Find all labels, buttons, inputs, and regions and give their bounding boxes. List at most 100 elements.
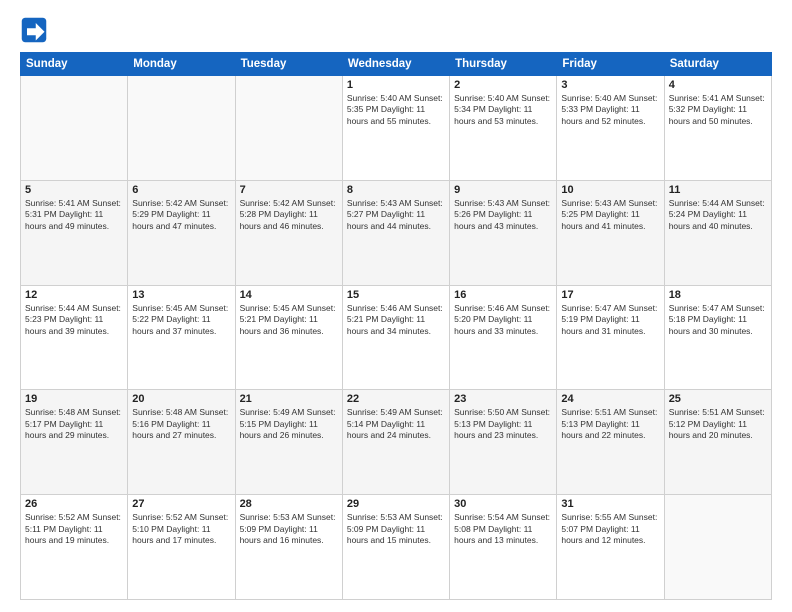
day-cell: 22Sunrise: 5:49 AM Sunset: 5:14 PM Dayli… [342, 390, 449, 495]
day-number: 17 [561, 289, 659, 301]
day-number: 18 [669, 289, 767, 301]
day-info: Sunrise: 5:52 AM Sunset: 5:10 PM Dayligh… [132, 512, 230, 546]
day-info: Sunrise: 5:41 AM Sunset: 5:31 PM Dayligh… [25, 198, 123, 232]
day-info: Sunrise: 5:48 AM Sunset: 5:16 PM Dayligh… [132, 407, 230, 441]
day-cell: 17 Sunrise: 5:47 AM Sunset: 5:19 PM Dayli… [557, 285, 664, 390]
day-cell: 10Sunrise: 5:43 AM Sunset: 5:25 PM Dayli… [557, 180, 664, 285]
day-info: Sunrise: 5:53 AM Sunset: 5:09 PM Dayligh… [347, 512, 445, 546]
day-cell: 30Sunrise: 5:54 AM Sunset: 5:08 PM Dayli… [450, 495, 557, 600]
day-cell [664, 495, 771, 600]
day-number: 26 [25, 498, 123, 510]
day-number: 11 [669, 184, 767, 196]
day-number: 9 [454, 184, 552, 196]
day-number: 23 [454, 393, 552, 405]
weekday-header-sunday: Sunday [21, 53, 128, 76]
day-cell: 24Sunrise: 5:51 AM Sunset: 5:13 PM Dayli… [557, 390, 664, 495]
day-number: 3 [561, 79, 659, 91]
day-cell: 20 Sunrise: 5:48 AM Sunset: 5:16 PM Dayli… [128, 390, 235, 495]
day-info: Sunrise: 5:42 AM Sunset: 5:29 PM Dayligh… [132, 198, 230, 232]
day-cell: 31 Sunrise: 5:55 AM Sunset: 5:07 PM Dayli… [557, 495, 664, 600]
logo [20, 16, 52, 44]
day-number: 4 [669, 79, 767, 91]
day-cell [21, 76, 128, 181]
day-cell: 5 Sunrise: 5:41 AM Sunset: 5:31 PM Daylig… [21, 180, 128, 285]
day-number: 7 [240, 184, 338, 196]
day-info: Sunrise: 5:40 AM Sunset: 5:35 PM Dayligh… [347, 93, 445, 127]
day-number: 14 [240, 289, 338, 301]
day-cell: 12 Sunrise: 5:44 AM Sunset: 5:23 PM Dayli… [21, 285, 128, 390]
day-info: Sunrise: 5:43 AM Sunset: 5:27 PM Dayligh… [347, 198, 445, 232]
day-info: Sunrise: 5:40 AM Sunset: 5:33 PM Dayligh… [561, 93, 659, 127]
week-row-1: 1 Sunrise: 5:40 AM Sunset: 5:35 PM Daylig… [21, 76, 772, 181]
day-cell: 16Sunrise: 5:46 AM Sunset: 5:20 PM Dayli… [450, 285, 557, 390]
week-row-4: 19 Sunrise: 5:48 AM Sunset: 5:17 PM Dayli… [21, 390, 772, 495]
day-info: Sunrise: 5:52 AM Sunset: 5:11 PM Dayligh… [25, 512, 123, 546]
day-number: 20 [132, 393, 230, 405]
day-cell: 4 Sunrise: 5:41 AM Sunset: 5:32 PM Daylig… [664, 76, 771, 181]
day-info: Sunrise: 5:45 AM Sunset: 5:21 PM Dayligh… [240, 303, 338, 337]
day-cell: 14 Sunrise: 5:45 AM Sunset: 5:21 PM Dayli… [235, 285, 342, 390]
day-number: 13 [132, 289, 230, 301]
day-cell: 2 Sunrise: 5:40 AM Sunset: 5:34 PM Daylig… [450, 76, 557, 181]
day-info: Sunrise: 5:43 AM Sunset: 5:26 PM Dayligh… [454, 198, 552, 232]
day-info: Sunrise: 5:46 AM Sunset: 5:21 PM Dayligh… [347, 303, 445, 337]
day-cell: 6 Sunrise: 5:42 AM Sunset: 5:29 PM Daylig… [128, 180, 235, 285]
day-number: 27 [132, 498, 230, 510]
day-info: Sunrise: 5:44 AM Sunset: 5:23 PM Dayligh… [25, 303, 123, 337]
week-row-5: 26 Sunrise: 5:52 AM Sunset: 5:11 PM Dayli… [21, 495, 772, 600]
weekday-header-thursday: Thursday [450, 53, 557, 76]
day-number: 31 [561, 498, 659, 510]
weekday-header-tuesday: Tuesday [235, 53, 342, 76]
day-cell [235, 76, 342, 181]
header [20, 16, 772, 44]
day-number: 25 [669, 393, 767, 405]
day-cell: 28 Sunrise: 5:53 AM Sunset: 5:09 PM Dayli… [235, 495, 342, 600]
day-cell: 15Sunrise: 5:46 AM Sunset: 5:21 PM Dayli… [342, 285, 449, 390]
day-info: Sunrise: 5:43 AM Sunset: 5:25 PM Dayligh… [561, 198, 659, 232]
weekday-header-monday: Monday [128, 53, 235, 76]
day-cell: 3 Sunrise: 5:40 AM Sunset: 5:33 PM Daylig… [557, 76, 664, 181]
day-cell: 25 Sunrise: 5:51 AM Sunset: 5:12 PM Dayli… [664, 390, 771, 495]
day-number: 5 [25, 184, 123, 196]
day-info: Sunrise: 5:51 AM Sunset: 5:12 PM Dayligh… [669, 407, 767, 441]
day-info: Sunrise: 5:53 AM Sunset: 5:09 PM Dayligh… [240, 512, 338, 546]
page: SundayMondayTuesdayWednesdayThursdayFrid… [0, 0, 792, 612]
day-cell: 26 Sunrise: 5:52 AM Sunset: 5:11 PM Dayli… [21, 495, 128, 600]
day-cell: 18Sunrise: 5:47 AM Sunset: 5:18 PM Dayli… [664, 285, 771, 390]
day-number: 19 [25, 393, 123, 405]
day-cell: 19 Sunrise: 5:48 AM Sunset: 5:17 PM Dayli… [21, 390, 128, 495]
day-cell: 27 Sunrise: 5:52 AM Sunset: 5:10 PM Dayli… [128, 495, 235, 600]
day-cell [128, 76, 235, 181]
logo-icon [20, 16, 48, 44]
day-cell: 1 Sunrise: 5:40 AM Sunset: 5:35 PM Daylig… [342, 76, 449, 181]
day-cell: 7 Sunrise: 5:42 AM Sunset: 5:28 PM Daylig… [235, 180, 342, 285]
day-number: 6 [132, 184, 230, 196]
day-info: Sunrise: 5:44 AM Sunset: 5:24 PM Dayligh… [669, 198, 767, 232]
day-info: Sunrise: 5:42 AM Sunset: 5:28 PM Dayligh… [240, 198, 338, 232]
day-info: Sunrise: 5:47 AM Sunset: 5:19 PM Dayligh… [561, 303, 659, 337]
day-number: 24 [561, 393, 659, 405]
day-number: 21 [240, 393, 338, 405]
day-info: Sunrise: 5:41 AM Sunset: 5:32 PM Dayligh… [669, 93, 767, 127]
day-cell: 23 Sunrise: 5:50 AM Sunset: 5:13 PM Dayli… [450, 390, 557, 495]
day-info: Sunrise: 5:48 AM Sunset: 5:17 PM Dayligh… [25, 407, 123, 441]
day-number: 1 [347, 79, 445, 91]
day-number: 8 [347, 184, 445, 196]
day-cell: 8 Sunrise: 5:43 AM Sunset: 5:27 PM Daylig… [342, 180, 449, 285]
weekday-header-row: SundayMondayTuesdayWednesdayThursdayFrid… [21, 53, 772, 76]
day-cell: 21Sunrise: 5:49 AM Sunset: 5:15 PM Dayli… [235, 390, 342, 495]
day-info: Sunrise: 5:45 AM Sunset: 5:22 PM Dayligh… [132, 303, 230, 337]
day-cell: 29Sunrise: 5:53 AM Sunset: 5:09 PM Dayli… [342, 495, 449, 600]
day-info: Sunrise: 5:55 AM Sunset: 5:07 PM Dayligh… [561, 512, 659, 546]
day-info: Sunrise: 5:50 AM Sunset: 5:13 PM Dayligh… [454, 407, 552, 441]
day-info: Sunrise: 5:54 AM Sunset: 5:08 PM Dayligh… [454, 512, 552, 546]
day-number: 2 [454, 79, 552, 91]
day-number: 28 [240, 498, 338, 510]
day-info: Sunrise: 5:40 AM Sunset: 5:34 PM Dayligh… [454, 93, 552, 127]
weekday-header-wednesday: Wednesday [342, 53, 449, 76]
day-number: 12 [25, 289, 123, 301]
day-cell: 11 Sunrise: 5:44 AM Sunset: 5:24 PM Dayli… [664, 180, 771, 285]
day-number: 22 [347, 393, 445, 405]
week-row-3: 12 Sunrise: 5:44 AM Sunset: 5:23 PM Dayli… [21, 285, 772, 390]
day-cell: 9 Sunrise: 5:43 AM Sunset: 5:26 PM Daylig… [450, 180, 557, 285]
